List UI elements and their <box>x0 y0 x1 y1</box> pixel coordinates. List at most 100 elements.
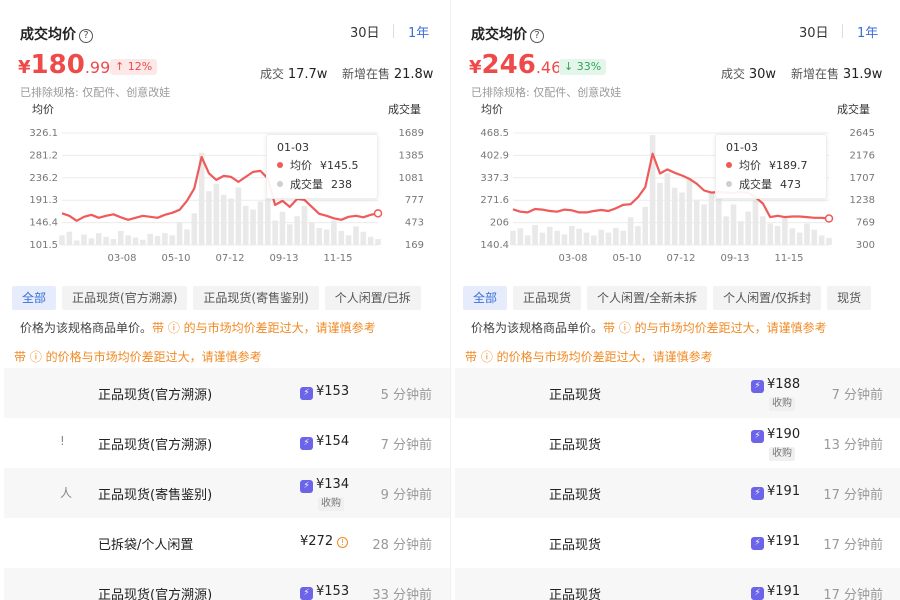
deal-price: ⚡ ¥134 <box>300 477 349 493</box>
bolt-icon: ⚡ <box>300 587 313 600</box>
volume-bar <box>242 205 249 245</box>
volume-bar <box>191 213 198 245</box>
price-note: 价格为该规格商品单价。带 ⓘ 的与市场均价差距过大，请谨慎参考 <box>471 321 827 335</box>
y-left-tick-label: 326.1 <box>29 128 58 139</box>
volume-bar <box>316 227 323 245</box>
volume-bar <box>532 224 538 245</box>
warning-line: 带 ⓘ 的价格与市场均价差距过大，请谨慎参考 <box>465 350 713 364</box>
filter-chip-all[interactable]: 全部 <box>12 286 57 310</box>
volume-bar <box>272 220 278 245</box>
range-tab-1y[interactable]: 1年 <box>408 22 429 41</box>
x-tick-label: 03-08 <box>107 253 136 264</box>
filter-chip[interactable]: 正品现货(官方溯源) <box>62 286 188 310</box>
volume-bar <box>826 237 832 245</box>
condition-label: 正品现货(寄售鉴别) <box>98 488 213 503</box>
section-title: 成交均价? <box>471 24 544 44</box>
transaction-row[interactable]: 正品现货 ⚡ ¥191 17 分钟前 <box>455 568 900 600</box>
help-icon[interactable]: ? <box>530 29 544 43</box>
volume-bar <box>294 216 300 245</box>
chart-tooltip: 01-03 均价 ¥145.5 成交量 238 <box>266 134 378 199</box>
volume-bar <box>811 229 818 245</box>
transaction-row[interactable]: 正品现货 ⚡ ¥188 收购 7 分钟前 <box>455 368 900 418</box>
volume-bar <box>671 187 678 245</box>
volume-bar <box>760 216 766 245</box>
y-left-tick-label: 146.4 <box>29 218 58 229</box>
y-left-title: 均价 <box>481 103 503 116</box>
volume-bar <box>723 216 729 245</box>
warning-line: 带 ⓘ 的价格与市场均价差距过大，请谨慎参考 <box>14 350 262 364</box>
volume-dot-icon <box>726 181 732 187</box>
right-panel: 成交均价? 30日 1年 ¥246.46 ↓ 33% 成交 30w 新增在售 3… <box>450 0 900 600</box>
transaction-row[interactable]: 已拆袋/个人闲置 ¥272! 28 分钟前 <box>4 518 450 568</box>
help-icon[interactable]: ? <box>79 29 93 43</box>
volume-bar <box>804 223 810 245</box>
volume-bar <box>774 225 781 245</box>
transaction-row[interactable]: 正品现货 ⚡ ¥190 收购 13 分钟前 <box>455 418 900 468</box>
deal-time: 13 分钟前 <box>823 438 883 453</box>
y-right-tick-label: 2645 <box>850 128 875 139</box>
range-tab-1y[interactable]: 1年 <box>857 22 878 41</box>
range-tab-30d[interactable]: 30日 <box>799 22 829 41</box>
condition-label: 正品现货(官方溯源) <box>98 588 213 600</box>
deal-price: ⚡ ¥153 <box>300 584 349 600</box>
price-volume-chart[interactable]: 326.1 1689 281.2 1385 236.2 1081 191.3 777 146.4… <box>0 118 450 278</box>
volume-bar <box>657 182 663 245</box>
volume-bar <box>546 226 553 245</box>
filter-chip[interactable]: 个人闲置/仅拆封 <box>713 286 822 310</box>
volume-bar <box>323 229 330 245</box>
volume-bar <box>767 223 774 245</box>
deal-price: ⚡ ¥191 <box>751 484 800 500</box>
bolt-icon: ⚡ <box>751 537 764 550</box>
listed-stat: 新增在售 31.9w <box>791 67 883 82</box>
volume-bar <box>169 235 176 245</box>
volume-bar <box>140 239 146 245</box>
tooltip-date: 01-03 <box>726 141 758 154</box>
volume-bar <box>117 230 124 245</box>
range-tab-30d[interactable]: 30日 <box>350 22 380 41</box>
transaction-list: 正品现货(官方溯源) ⚡ ¥153 5 分钟前! 正品现货(官方溯源) ⚡ ¥154 7 分钟… <box>4 368 450 600</box>
chart-tooltip: 01-03 均价 ¥189.7 成交量 473 <box>715 134 827 199</box>
volume-bar <box>353 226 359 245</box>
price-warning-icon[interactable]: ! <box>337 537 349 548</box>
x-tick-label: 09-13 <box>720 253 749 264</box>
deal-time: 28 分钟前 <box>372 538 432 553</box>
filter-chip[interactable]: 个人闲置/全新未拆 <box>587 286 708 310</box>
price-volume-chart[interactable]: 468.5 2645 402.9 2176 337.3 1707 271.6 1238 206 7… <box>451 118 900 278</box>
volume-bar <box>598 229 604 245</box>
y-right-tick-label: 1689 <box>399 128 424 139</box>
volume-bar <box>635 225 641 245</box>
volume-bar <box>176 222 183 245</box>
transaction-row[interactable]: 正品现货(官方溯源) ⚡ ¥153 5 分钟前 <box>4 368 450 418</box>
y-right-tick-label: 300 <box>856 240 875 251</box>
change-badge: ↓ 33% <box>559 59 607 75</box>
y-left-tick-label: 206 <box>490 218 509 229</box>
transaction-row[interactable]: ! 正品现货(官方溯源) ⚡ ¥154 7 分钟前 <box>4 418 450 468</box>
y-right-tick-label: 473 <box>405 218 424 229</box>
product-thumbnail <box>6 424 44 462</box>
y-left-tick-label: 101.5 <box>29 240 58 251</box>
volume-bar <box>95 233 102 245</box>
filter-chip-all[interactable]: 全部 <box>463 286 508 310</box>
transaction-row[interactable]: 正品现货 ⚡ ¥191 17 分钟前 <box>455 518 900 568</box>
transaction-row[interactable]: 人 正品现货(寄售鉴别) ⚡ ¥134 收购 9 分钟前 <box>4 468 450 518</box>
line-end-marker <box>373 209 383 218</box>
thumbnail-glyph: 人 <box>60 486 73 500</box>
y-left-tick-label: 402.9 <box>480 150 509 161</box>
acquire-tag: 收购 <box>318 497 344 511</box>
filter-chip[interactable]: 现货 <box>827 286 872 310</box>
transaction-row[interactable]: 正品现货(官方溯源) ⚡ ¥153 33 分钟前 <box>4 568 450 600</box>
filter-chip[interactable]: 正品现货 <box>513 286 582 310</box>
transaction-row[interactable]: 正品现货 ⚡ ¥191 17 分钟前 <box>455 468 900 518</box>
deal-time: 17 分钟前 <box>823 588 883 600</box>
bolt-icon: ⚡ <box>751 380 764 393</box>
y-left-tick-label: 468.5 <box>480 128 509 139</box>
price-note: 价格为该规格商品单价。带 ⓘ 的与市场均价差距过大，请谨慎参考 <box>20 321 376 335</box>
thumbnail-glyph: ! <box>60 434 65 448</box>
y-right-tick-label: 1081 <box>399 173 424 184</box>
y-right-tick-label: 169 <box>405 240 424 251</box>
volume-bar <box>331 220 337 245</box>
filter-chip[interactable]: 正品现货(寄售鉴别) <box>193 286 319 310</box>
condition-label: 正品现货(官方溯源) <box>98 438 213 453</box>
filter-chip[interactable]: 个人闲置/已拆 <box>324 286 421 310</box>
product-thumbnail <box>457 424 495 462</box>
